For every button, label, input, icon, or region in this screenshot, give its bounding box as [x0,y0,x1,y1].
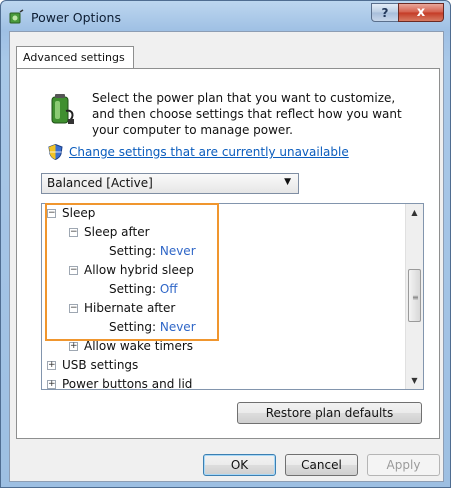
tree-item-sleep-after[interactable]: − Sleep after [69,223,150,242]
power-plan-select[interactable]: Balanced [Active] ▼ [41,173,299,194]
battery-plug-icon [51,94,74,124]
help-button[interactable]: ? [371,3,399,22]
tree-item-label: Sleep [62,206,96,220]
window-title: Power Options [31,10,121,25]
dropdown-arrow-icon: ▼ [284,177,291,187]
expand-icon[interactable]: + [47,380,56,389]
collapse-icon[interactable]: − [69,304,78,313]
change-settings-link[interactable]: Change settings that are currently unava… [69,145,349,159]
scroll-down-arrow-icon[interactable]: ▼ [406,372,423,389]
hybrid-sleep-setting[interactable]: Setting: Off [109,280,178,299]
power-options-icon [9,9,24,24]
tree-item-label: Sleep after [84,225,150,239]
hibernate-after-value[interactable]: Never [160,320,196,334]
power-plan-value: Balanced [Active] [47,176,153,190]
cancel-button[interactable]: Cancel [285,454,358,476]
ok-button[interactable]: OK [203,454,276,476]
tree-scrollbar[interactable]: ▲ ≡ ▼ [405,204,423,389]
tree-item-label: Allow hybrid sleep [84,263,194,277]
setting-label: Setting: [109,244,157,258]
scroll-up-arrow-icon[interactable]: ▲ [406,204,423,221]
grip-icon: ≡ [412,293,419,302]
tree-item-wake-timers[interactable]: + Allow wake timers [69,337,193,356]
settings-tree[interactable]: − Sleep − Sleep after Setting: Never − Allo… [41,203,424,390]
tree-item-label: Hibernate after [84,301,176,315]
scroll-thumb[interactable]: ≡ [408,269,421,322]
tree-item-hibernate-after[interactable]: − Hibernate after [69,299,175,318]
title-bar[interactable]: Power Options ? x [1,1,450,31]
intro-text: Select the power plan that you want to c… [92,91,402,137]
tree-item-sleep[interactable]: − Sleep [47,204,95,223]
tree-item-label: USB settings [62,358,139,372]
sleep-after-setting[interactable]: Setting: Never [109,242,196,261]
collapse-icon[interactable]: − [69,266,78,275]
tree-item-label: Power buttons and lid [62,377,193,390]
collapse-icon[interactable]: − [47,209,56,218]
expand-icon[interactable]: + [69,342,78,351]
uac-shield-icon [48,144,63,160]
tree-item-hybrid-sleep[interactable]: − Allow hybrid sleep [69,261,194,280]
apply-button[interactable]: Apply [367,454,440,476]
tree-item-usb-settings[interactable]: + USB settings [47,356,138,375]
tree-item-power-buttons[interactable]: + Power buttons and lid [47,375,193,390]
hybrid-sleep-value[interactable]: Off [160,282,178,296]
hibernate-after-setting[interactable]: Setting: Never [109,318,196,337]
setting-label: Setting: [109,320,157,334]
collapse-icon[interactable]: − [69,228,78,237]
setting-label: Setting: [109,282,157,296]
close-button[interactable]: x [398,3,444,22]
expand-icon[interactable]: + [47,361,56,370]
sleep-after-value[interactable]: Never [160,244,196,258]
restore-defaults-button[interactable]: Restore plan defaults [237,402,422,424]
tree-item-label: Allow wake timers [84,339,194,353]
tab-advanced-settings[interactable]: Advanced settings [16,46,134,69]
